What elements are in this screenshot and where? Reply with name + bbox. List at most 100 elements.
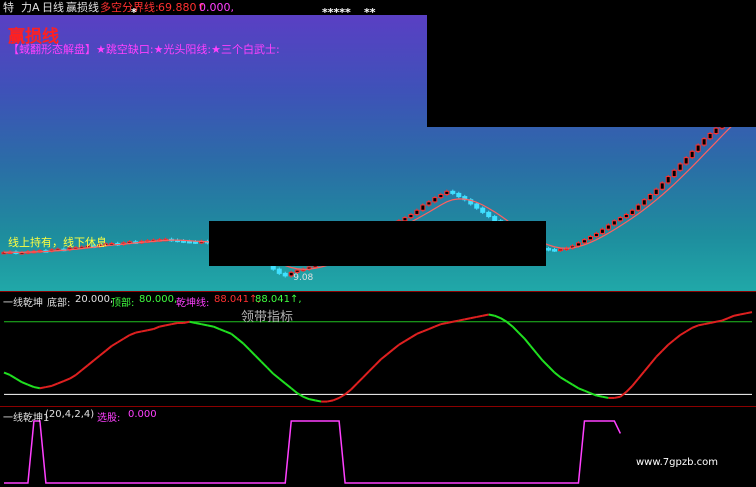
top-info-bar: 特 力A 日线 赢损线 多空分界线: 69.880↑ 0.000, * ****… <box>0 0 756 19</box>
oscillator-segment <box>440 321 448 326</box>
oscillator-segment <box>464 317 471 321</box>
candle-body <box>575 242 581 247</box>
oscillator-segment <box>326 399 334 403</box>
oscillator-segment <box>667 339 675 346</box>
oscillator-segment <box>75 369 83 376</box>
pattern-text: 【蜮翻形态解盘】★跳空缺口:★光头阳线:★三个白武士: <box>8 43 280 56</box>
select-value: 0.000 <box>128 409 157 420</box>
oscillator-segment <box>207 324 214 328</box>
oscillator-segment <box>434 323 442 328</box>
candle-body <box>617 217 623 222</box>
oscillator-segment <box>129 331 137 336</box>
oscillator-segment <box>165 323 172 327</box>
candle-body <box>629 209 635 215</box>
oscillator-segment <box>578 387 585 392</box>
oscillator-segment <box>248 348 257 357</box>
oscillator-segment <box>745 311 753 315</box>
oscillator-segment <box>272 372 280 380</box>
oscillator-segment <box>506 320 514 328</box>
oscillator-segment <box>494 314 502 320</box>
oscillator-segment <box>673 334 681 341</box>
oscillator-segment <box>661 344 669 352</box>
oscillator-segment <box>422 328 430 333</box>
candle-body <box>276 268 282 274</box>
oscillator-segment <box>183 320 190 324</box>
oscillator-segment <box>541 359 550 368</box>
bottom-value: 20.000, <box>75 294 114 305</box>
oscillator-segment <box>141 329 148 333</box>
oscillator-segment <box>314 399 322 403</box>
oscillator-segment <box>284 382 292 390</box>
topbar-item-3[interactable]: 日线 <box>42 1 64 14</box>
candle-body <box>605 224 611 230</box>
oscillator-segment <box>111 341 119 347</box>
oscillator-segment <box>3 371 11 376</box>
oscillator-segment <box>571 383 579 390</box>
oscillator-segment <box>189 320 196 324</box>
oscillator-segment <box>685 326 693 333</box>
oscillator-segment <box>458 318 465 322</box>
oscillator-segment <box>488 313 495 317</box>
indicator-value-2: 0.000, <box>199 1 234 14</box>
select-panel[interactable]: 一线乾坤1 (20,4,2,4) 选股: 0.000 www.7gpzb.com <box>0 406 756 487</box>
oscillator-segment <box>27 383 35 388</box>
oscillator-segment <box>380 353 388 361</box>
oscillator-segment <box>559 376 568 382</box>
oscillator-segment <box>727 314 735 320</box>
candle-body <box>599 228 605 234</box>
oscillator-segment <box>733 313 741 317</box>
candle-body <box>444 190 450 195</box>
oscillator-segment <box>398 340 406 346</box>
candle-body <box>713 127 719 134</box>
candle-body <box>426 201 432 206</box>
oscillator-segment <box>171 321 178 326</box>
oscillator-segment <box>715 319 723 323</box>
indicator-watermark: 领带指标 <box>241 310 294 325</box>
oscillator-segment <box>39 386 47 390</box>
select-params: (20,4,2,4) <box>45 409 95 420</box>
oscillator-segment <box>679 330 687 336</box>
candle-body <box>677 163 683 171</box>
candle-body <box>282 272 288 277</box>
candle-body <box>659 182 665 190</box>
candle-body <box>456 192 462 198</box>
candle-body <box>695 144 701 152</box>
topbar-item-2[interactable]: 力A <box>21 1 40 14</box>
oscillator-segment <box>739 312 747 316</box>
oscillator-segment <box>105 345 113 352</box>
oscillator-segment <box>260 360 269 369</box>
candle-body <box>701 138 707 146</box>
oscillator-segment <box>21 381 29 386</box>
oscillator-segment <box>51 382 59 387</box>
oscillator-segment <box>703 321 711 326</box>
oscillator-segment <box>721 317 729 322</box>
oscillator-segment <box>625 385 634 393</box>
oscillator-panel[interactable]: 一线乾坤 底部: 20.000, 顶部: 80.000, 乾坤线: 88.041… <box>0 291 756 407</box>
oscillator-segment <box>15 377 23 384</box>
oscillator-segment <box>565 380 573 386</box>
candle-body <box>689 150 695 159</box>
candle-body <box>587 236 593 241</box>
oscillator-segment <box>57 380 65 385</box>
oscillator-segment <box>482 313 489 317</box>
candle-body <box>192 241 198 244</box>
oscillator-segment <box>159 324 166 328</box>
oscillator-segment <box>602 395 609 399</box>
oscillator-segment <box>350 382 358 391</box>
topbar-item-1[interactable]: 特 <box>3 1 14 14</box>
topbar-item-4[interactable]: 赢损线 <box>66 1 99 14</box>
oscillator-segment <box>308 398 316 402</box>
oscillator-segment <box>596 394 603 398</box>
star-marker-2: ***** <box>322 6 351 19</box>
redacted-block-middle <box>209 221 546 266</box>
candle-body <box>432 197 438 203</box>
candle-body <box>635 204 641 211</box>
main-kline-panel[interactable]: 9.08 赢损线 【蜮翻形态解盘】★跳空缺口:★光头阳线:★三个白武士: 线上持… <box>0 14 756 291</box>
candle-body <box>486 211 492 218</box>
oscillator-segment <box>523 338 532 347</box>
oscillator-segment <box>236 337 244 345</box>
candle-body <box>450 190 456 194</box>
top-value: 80.000, <box>139 294 178 305</box>
oscillator-segment <box>614 395 621 399</box>
candle-body <box>408 213 414 219</box>
